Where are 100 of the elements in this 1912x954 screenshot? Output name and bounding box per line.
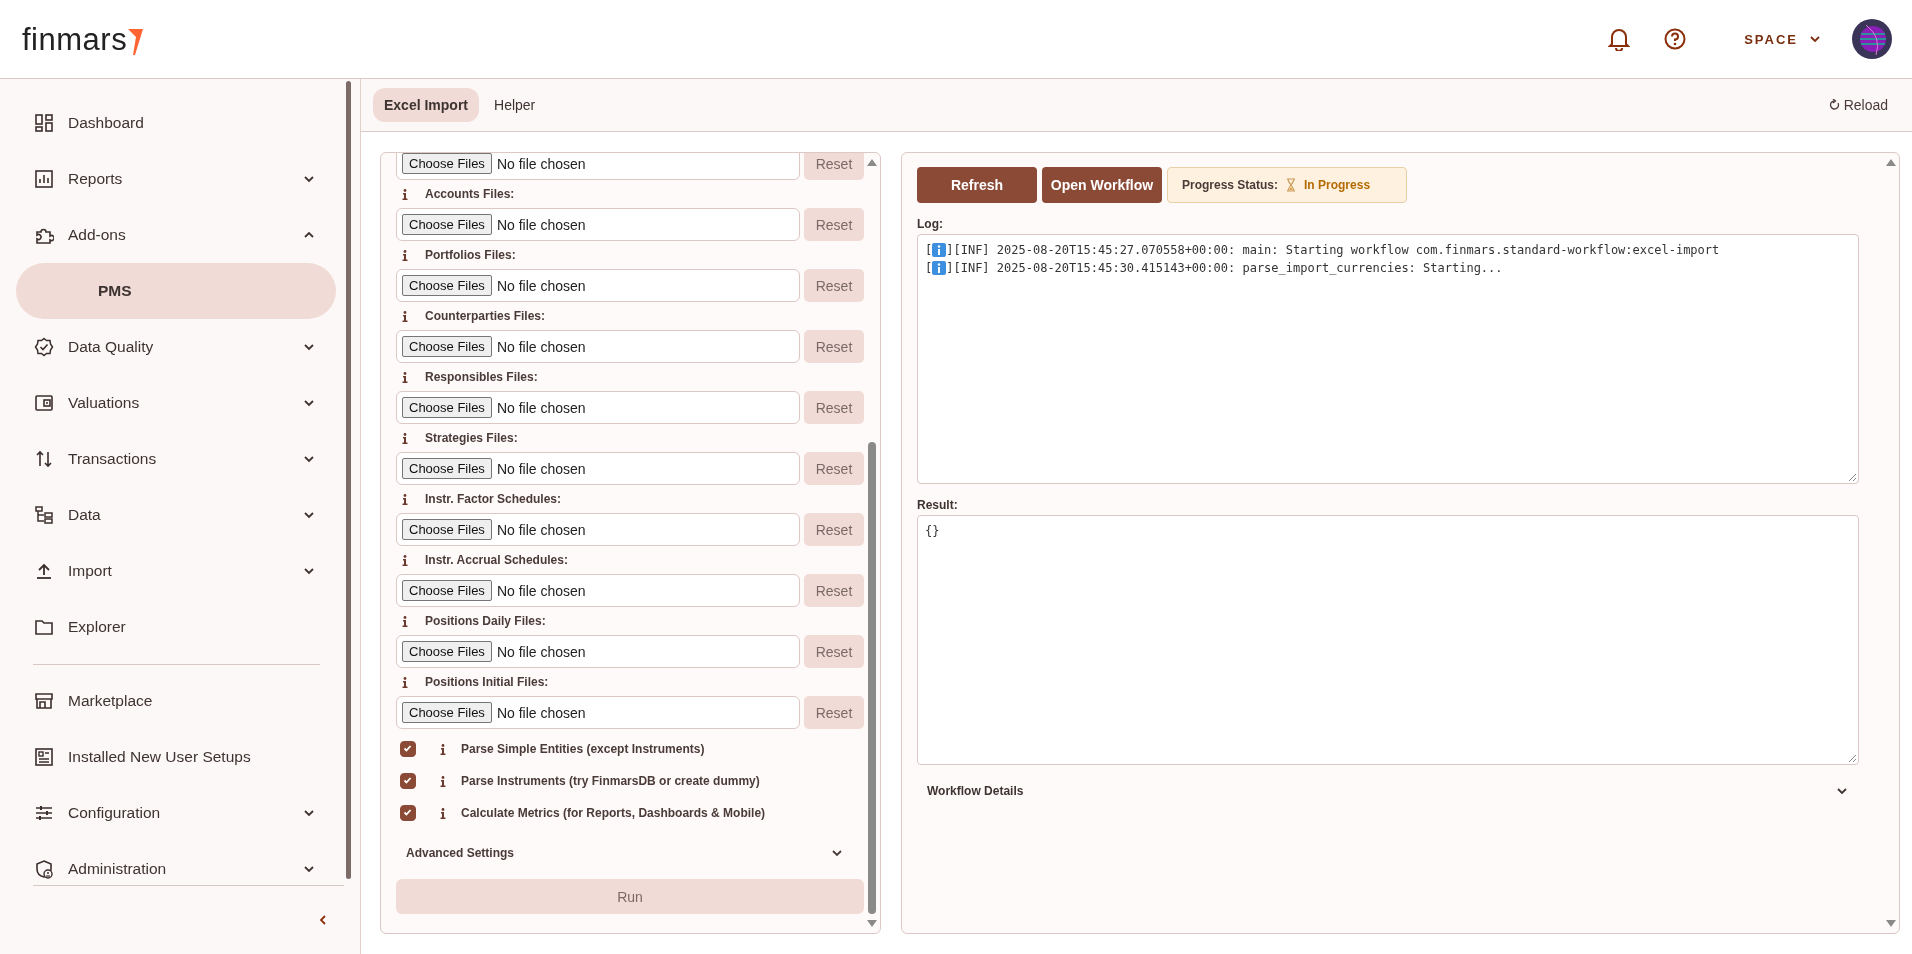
bell-icon[interactable] <box>1608 27 1631 51</box>
reset-button[interactable]: Reset <box>804 269 864 302</box>
sidebar-item[interactable]: Data Quality <box>16 319 336 375</box>
scroll-arrow-icon[interactable] <box>867 159 877 166</box>
info-icon <box>402 432 408 444</box>
card-icon <box>34 747 54 767</box>
file-input[interactable]: Choose Files No file chosen <box>396 696 800 729</box>
choose-files-button[interactable]: Choose Files <box>402 702 492 723</box>
logo: finmars <box>22 23 128 55</box>
info-icon <box>402 310 408 322</box>
file-input[interactable]: Choose Files No file chosen <box>396 513 800 546</box>
reset-button[interactable]: Reset <box>804 513 864 546</box>
file-status: No file chosen <box>496 338 586 355</box>
sidebar-item[interactable]: Valuations <box>16 375 336 431</box>
choose-files-button[interactable]: Choose Files <box>402 275 492 296</box>
sidebar-item[interactable]: Administration <box>16 841 336 885</box>
option-label: Parse Simple Entities (except Instruments) <box>461 742 705 756</box>
file-status: No file chosen <box>496 704 586 721</box>
badge-check-icon <box>34 337 54 357</box>
info-icon <box>402 615 408 627</box>
run-button[interactable]: Run <box>396 879 864 914</box>
reset-button[interactable]: Reset <box>804 208 864 241</box>
advanced-settings-toggle[interactable]: Advanced Settings <box>396 833 864 873</box>
workspace-selector[interactable]: SPACE <box>1744 31 1798 47</box>
reload-icon[interactable] <box>1828 99 1840 111</box>
choose-files-button[interactable]: Choose Files <box>402 214 492 235</box>
sidebar-item[interactable]: Dashboard <box>16 95 336 151</box>
scrollbar-thumb[interactable] <box>345 81 351 879</box>
field-label: Strategies Files: <box>425 431 518 445</box>
sidebar-item[interactable]: Configuration <box>16 785 336 841</box>
info-icon <box>440 775 446 787</box>
result-value: {} <box>925 523 940 540</box>
choose-files-button[interactable]: Choose Files <box>402 153 492 174</box>
result-box[interactable]: {} <box>917 515 1859 765</box>
field-label: Accounts Files: <box>425 187 515 201</box>
field-label: Responsibles Files: <box>425 370 538 384</box>
reset-button[interactable]: Reset <box>804 452 864 485</box>
file-input[interactable]: Choose Files No file chosen <box>396 574 800 607</box>
avatar[interactable] <box>1852 19 1892 59</box>
file-status: No file chosen <box>496 460 586 477</box>
action-button[interactable]: Open Workflow <box>1042 167 1162 203</box>
sidebar-item[interactable]: Add-ons <box>16 207 336 263</box>
checkbox[interactable] <box>400 805 416 821</box>
reset-button[interactable]: Reset <box>804 574 864 607</box>
choose-files-button[interactable]: Choose Files <box>402 580 492 601</box>
choose-files-button[interactable]: Choose Files <box>402 397 492 418</box>
scrollbar-thumb[interactable] <box>868 442 876 914</box>
file-input[interactable]: Choose Files No file chosen <box>396 330 800 363</box>
checkbox[interactable] <box>400 773 416 789</box>
field-label: Counterparties Files: <box>425 309 546 323</box>
file-input[interactable]: Choose Files No file chosen <box>396 452 800 485</box>
log-box[interactable]: [ ][INF] 2025-08-20T15:45:27.070558+00:00: main: Starting workflow com.finmars.standard-workflow:excel-import [ ][INF] 2025-08-20T15:45:30.415143+00:00: parse_import_currencies: Starting... <box>917 234 1859 484</box>
reset-button[interactable]: Reset <box>804 635 864 668</box>
field-label: Instr. Factor Schedules: <box>425 492 562 506</box>
folder-icon <box>34 617 54 637</box>
sidebar-item[interactable]: Data <box>16 487 336 543</box>
info-icon <box>440 807 446 819</box>
info-icon <box>402 554 408 566</box>
file-status: No file chosen <box>496 643 586 660</box>
action-button[interactable]: Refresh <box>917 167 1037 203</box>
choose-files-button[interactable]: Choose Files <box>402 519 492 540</box>
sidebar-item[interactable]: Installed New User Setups <box>16 729 336 785</box>
reset-button[interactable]: Reset <box>804 153 864 180</box>
help-icon[interactable] <box>1664 28 1687 50</box>
sidebar-item[interactable]: Import <box>16 543 336 599</box>
choose-files-button[interactable]: Choose Files <box>402 458 492 479</box>
info-icon <box>402 676 408 688</box>
field-label: Log: <box>917 217 944 231</box>
resize-handle-icon[interactable] <box>1848 473 1857 482</box>
tab[interactable]: Excel Import <box>373 88 480 122</box>
file-input[interactable]: Choose Files No file chosen <box>396 208 800 241</box>
info-icon <box>932 261 947 275</box>
file-input[interactable]: Choose Files No file chosen <box>396 391 800 424</box>
info-icon <box>932 243 947 257</box>
scroll-arrow-icon[interactable] <box>1886 159 1896 166</box>
reload-link[interactable]: Reload <box>1843 97 1888 113</box>
scroll-arrow-icon[interactable] <box>1886 920 1896 927</box>
sidebar-item[interactable]: Marketplace <box>16 673 336 729</box>
scroll-arrow-icon[interactable] <box>867 920 877 927</box>
sidebar-item[interactable]: Explorer <box>16 599 336 655</box>
file-input[interactable]: Choose Files No file chosen <box>396 153 800 180</box>
reset-button[interactable]: Reset <box>804 696 864 729</box>
choose-files-button[interactable]: Choose Files <box>402 336 492 357</box>
checkbox[interactable] <box>400 741 416 757</box>
reset-button[interactable]: Reset <box>804 330 864 363</box>
sidebar-item[interactable]: Transactions <box>16 431 336 487</box>
chart-icon <box>34 169 54 189</box>
workflow-details-toggle[interactable]: Workflow Details <box>917 771 1859 811</box>
file-input[interactable]: Choose Files No file chosen <box>396 269 800 302</box>
reset-button[interactable]: Reset <box>804 391 864 424</box>
sidebar-item[interactable]: Reports <box>16 151 336 207</box>
upload-icon <box>34 561 54 581</box>
arrows-icon <box>34 449 54 469</box>
choose-files-button[interactable]: Choose Files <box>402 641 492 662</box>
info-icon <box>440 743 446 755</box>
resize-handle-icon[interactable] <box>1848 754 1857 763</box>
sidebar-subitem[interactable]: PMS <box>16 263 336 319</box>
tab[interactable]: Helper <box>483 88 547 122</box>
file-input[interactable]: Choose Files No file chosen <box>396 635 800 668</box>
file-status: No file chosen <box>496 216 586 233</box>
